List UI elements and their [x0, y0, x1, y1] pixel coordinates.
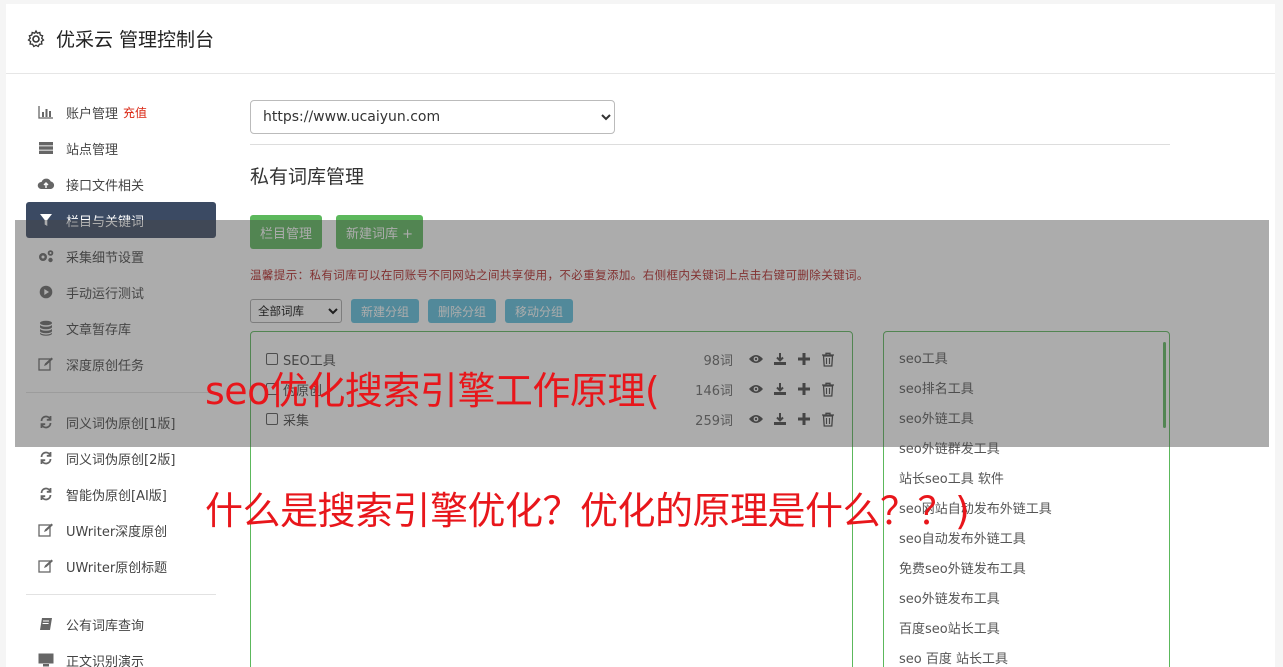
monitor-icon — [37, 652, 55, 667]
sidebar-divider — [26, 594, 216, 595]
sidebar-item-label: 账户管理 — [66, 106, 119, 122]
overlay-headline-line2: 什么是搜索引擎优化？优化的原理是什么？？) — [205, 489, 970, 533]
keyword-item[interactable]: 免费seo外链发布工具 — [899, 552, 1154, 582]
recharge-link[interactable]: 充值 — [123, 104, 147, 121]
page-title: 私有词库管理 — [250, 166, 365, 188]
sidebar-item-sites[interactable]: 站点管理 — [26, 130, 216, 166]
keyword-item[interactable]: seo外链发布工具 — [899, 582, 1154, 612]
divider — [250, 144, 1170, 145]
bar-chart-icon — [37, 104, 55, 120]
keyword-item[interactable]: 百度seo站长工具 — [899, 612, 1154, 642]
edit-icon — [37, 558, 55, 574]
sidebar-item-uwriter-title[interactable]: UWriter原创标题 — [26, 548, 216, 584]
overlay-headline-line1: seo优化搜索引擎工作原理( — [205, 369, 660, 413]
sidebar-item-label: 智能伪原创[AI版] — [66, 488, 167, 504]
sidebar-item-uwriter-deep[interactable]: UWriter深度原创 — [26, 512, 216, 548]
cloud-upload-icon — [37, 176, 55, 192]
sidebar-item-label: 同义词伪原创[2版] — [66, 452, 176, 468]
sidebar-item-label: 站点管理 — [66, 142, 119, 158]
site-select[interactable]: https://www.ucaiyun.com — [250, 100, 615, 134]
book-icon — [37, 616, 55, 632]
sidebar-item-api-files[interactable]: 接口文件相关 — [26, 166, 216, 202]
app-header: 优采云 管理控制台 — [6, 4, 1275, 74]
server-icon — [37, 140, 55, 156]
sidebar-item-label: UWriter深度原创 — [66, 524, 168, 540]
refresh-icon — [37, 486, 55, 502]
app-title: 优采云 管理控制台 — [56, 29, 215, 51]
edit-icon — [37, 522, 55, 538]
sidebar-item-label: UWriter原创标题 — [66, 560, 168, 576]
refresh-icon — [37, 450, 55, 466]
gear-icon — [26, 29, 46, 49]
sidebar-item-account[interactable]: 账户管理 充值 — [26, 94, 216, 130]
sidebar-item-text-recognition[interactable]: 正文识别演示 — [26, 642, 216, 667]
keyword-item[interactable]: seo 百度 站长工具 — [899, 642, 1154, 667]
sidebar-item-public-lexicon[interactable]: 公有词库查询 — [26, 606, 216, 642]
sidebar-item-label: 公有词库查询 — [66, 618, 145, 634]
sidebar-item-label: 接口文件相关 — [66, 178, 145, 194]
sidebar-item-label: 正文识别演示 — [66, 654, 145, 667]
sidebar-item-ai-original[interactable]: 智能伪原创[AI版] — [26, 476, 216, 512]
